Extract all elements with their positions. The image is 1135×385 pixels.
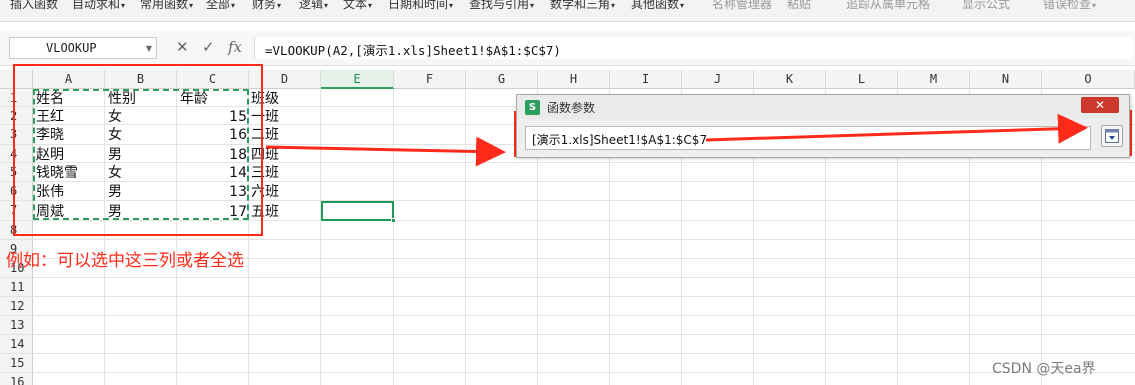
formula-bar: VLOOKUP ▼ ✕ ✓ fx =VLOOKUP(A2,[演示1.xls]Sh… — [0, 30, 1135, 66]
row-header-14[interactable]: 14 — [0, 335, 33, 354]
name-box-value: VLOOKUP — [46, 41, 97, 55]
wps-logo-icon: S — [525, 100, 540, 115]
show-formulas-button[interactable]: 显示公式 — [962, 0, 1010, 12]
paste-button[interactable]: 粘贴 — [787, 0, 811, 12]
formula-text: =VLOOKUP(A2,[演示1.xls]Sheet1!$A$1:$C$7) — [265, 43, 561, 58]
name-box[interactable]: VLOOKUP ▼ — [9, 37, 157, 59]
active-cell-e7[interactable] — [321, 201, 396, 223]
trace-dependents-button[interactable]: 追踪从属单元格 — [846, 0, 930, 12]
column-header-n[interactable]: N — [970, 70, 1042, 89]
error-check-button[interactable]: 错误检查▾ — [1043, 0, 1096, 12]
column-header-g[interactable]: G — [466, 70, 538, 89]
name-manager-button[interactable]: 名称管理器 — [712, 0, 772, 12]
gridline-horizontal — [33, 296, 1135, 297]
gridline-horizontal — [33, 334, 1135, 335]
ribbon-toolbar: 插入函数 自动求和▾ 常用函数▾ 全部▾ 财务▾ 逻辑▾ 文本▾ 日期和时间▾ … — [0, 0, 1135, 22]
formula-input[interactable]: =VLOOKUP(A2,[演示1.xls]Sheet1!$A$1:$C$7) — [254, 37, 1134, 59]
column-header-o[interactable]: O — [1042, 70, 1135, 89]
row-header-16[interactable]: 16 — [0, 373, 33, 385]
gridline-horizontal — [33, 315, 1135, 316]
math-trig-button[interactable]: 数学和三角▾ — [550, 0, 615, 12]
gridline-horizontal — [33, 353, 1135, 354]
collapse-dialog-icon[interactable] — [1101, 125, 1123, 147]
confirm-icon[interactable]: ✓ — [202, 38, 215, 56]
column-header-j[interactable]: J — [682, 70, 754, 89]
function-arguments-dialog: S 函数参数 ✕ [演示1.xls]Sheet1!$A$1:$C$7 — [516, 94, 1130, 158]
gridline-horizontal — [33, 277, 1135, 278]
insert-function-button[interactable]: 插入函数 — [10, 0, 58, 12]
column-header-m[interactable]: M — [898, 70, 970, 89]
column-header-i[interactable]: I — [610, 70, 682, 89]
lookup-reference-button[interactable]: 查找与引用▾ — [469, 0, 534, 12]
row-header-13[interactable]: 13 — [0, 316, 33, 335]
gridline-horizontal — [33, 239, 1135, 240]
watermark: CSDN @天ea界 — [992, 361, 1096, 377]
chevron-down-icon[interactable]: ▼ — [146, 44, 152, 53]
row-header-15[interactable]: 15 — [0, 354, 33, 373]
row-header-12[interactable]: 12 — [0, 297, 33, 316]
dialog-title-bar[interactable]: S 函数参数 ✕ — [517, 95, 1129, 119]
other-functions-button[interactable]: 其他函数▾ — [631, 0, 684, 12]
column-header-f[interactable]: F — [394, 70, 466, 89]
autosum-button[interactable]: 自动求和▾ — [72, 0, 125, 12]
column-header-e[interactable]: E — [321, 70, 394, 89]
row-header-11[interactable]: 11 — [0, 278, 33, 297]
common-functions-button[interactable]: 常用函数▾ — [140, 0, 193, 12]
fx-icon[interactable]: fx — [228, 38, 242, 56]
logic-button[interactable]: 逻辑▾ — [299, 0, 328, 12]
date-time-button[interactable]: 日期和时间▾ — [388, 0, 453, 12]
cancel-icon[interactable]: ✕ — [176, 38, 189, 56]
column-header-l[interactable]: L — [826, 70, 898, 89]
range-reference-input[interactable]: [演示1.xls]Sheet1!$A$1:$C$7 — [525, 126, 1091, 150]
text-functions-button[interactable]: 文本▾ — [343, 0, 372, 12]
column-header-h[interactable]: H — [538, 70, 610, 89]
annotation-note: 例如：可以选中这三列或者全选 — [6, 251, 244, 271]
range-reference-value: [演示1.xls]Sheet1!$A$1:$C$7 — [532, 133, 708, 147]
all-functions-button[interactable]: 全部▾ — [206, 0, 235, 12]
gridline-vertical — [465, 89, 466, 385]
finance-button[interactable]: 财务▾ — [252, 0, 281, 12]
gridline-horizontal — [33, 372, 1135, 373]
column-header-k[interactable]: K — [754, 70, 826, 89]
annotation-box-range — [13, 64, 263, 236]
dialog-title: 函数参数 — [547, 101, 596, 115]
gridline-vertical — [320, 89, 321, 385]
gridline-vertical — [393, 89, 394, 385]
fill-handle[interactable] — [391, 218, 396, 223]
close-icon[interactable]: ✕ — [1081, 97, 1119, 113]
